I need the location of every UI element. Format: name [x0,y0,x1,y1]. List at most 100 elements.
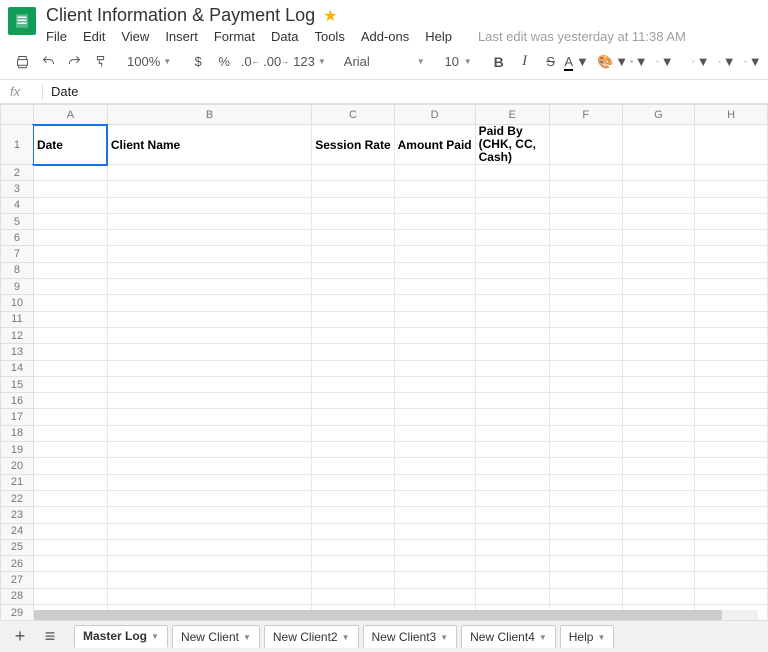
font-select[interactable]: ▼ [341,54,428,69]
cell-E5[interactable] [475,213,549,229]
horizontal-scrollbar[interactable] [34,610,758,620]
sheet-tab-new-client[interactable]: New Client▼ [172,625,260,648]
cell-F5[interactable] [549,213,622,229]
cell-H7[interactable] [695,246,768,262]
cell-D26[interactable] [394,556,475,572]
cell-A23[interactable] [33,507,107,523]
cell-A28[interactable] [33,588,107,604]
last-edit-text[interactable]: Last edit was yesterday at 11:38 AM [478,29,686,44]
cell-F9[interactable] [549,279,622,295]
cell-B11[interactable] [107,311,311,327]
menu-format[interactable]: Format [214,29,255,44]
cell-B4[interactable] [107,197,311,213]
cell-H28[interactable] [695,588,768,604]
cell-H26[interactable] [695,556,768,572]
row-header-12[interactable]: 12 [1,327,34,343]
cell-G4[interactable] [622,197,695,213]
row-header-30[interactable]: 30 [1,621,34,622]
cell-B26[interactable] [107,556,311,572]
row-header-8[interactable]: 8 [1,262,34,278]
cell-D17[interactable] [394,409,475,425]
paintformat-icon[interactable] [88,49,112,75]
wrap-button[interactable]: ▼ [741,49,765,75]
cell-B14[interactable] [107,360,311,376]
row-header-5[interactable]: 5 [1,213,34,229]
cell-H1[interactable] [695,125,768,165]
cell-B7[interactable] [107,246,311,262]
cell-A11[interactable] [33,311,107,327]
cell-D20[interactable] [394,458,475,474]
cell-H9[interactable] [695,279,768,295]
cell-E18[interactable] [475,425,549,441]
cell-E7[interactable] [475,246,549,262]
row-header-9[interactable]: 9 [1,279,34,295]
cell-H10[interactable] [695,295,768,311]
cell-A1[interactable]: Date [33,125,107,165]
cell-D14[interactable] [394,360,475,376]
row-header-22[interactable]: 22 [1,490,34,506]
cell-H16[interactable] [695,393,768,409]
cell-G18[interactable] [622,425,695,441]
number-format-select[interactable]: 123▼ [290,54,329,69]
cell-F13[interactable] [549,344,622,360]
cell-E3[interactable] [475,181,549,197]
cell-F19[interactable] [549,442,622,458]
cell-D18[interactable] [394,425,475,441]
fillcolor-button[interactable]: 🎨▼ [601,49,625,75]
cell-H25[interactable] [695,539,768,555]
cell-C3[interactable] [312,181,394,197]
column-header-E[interactable]: E [475,105,549,125]
cell-F20[interactable] [549,458,622,474]
cell-E16[interactable] [475,393,549,409]
cell-E21[interactable] [475,474,549,490]
row-header-11[interactable]: 11 [1,311,34,327]
chevron-down-icon[interactable]: ▼ [151,632,159,641]
cell-C10[interactable] [312,295,394,311]
cell-E22[interactable] [475,490,549,506]
cell-F25[interactable] [549,539,622,555]
cell-F11[interactable] [549,311,622,327]
cell-E15[interactable] [475,376,549,392]
valign-button[interactable]: ▼ [715,49,739,75]
cell-B8[interactable] [107,262,311,278]
sheet-tab-master-log[interactable]: Master Log▼ [74,625,168,648]
cell-H23[interactable] [695,507,768,523]
cell-A10[interactable] [33,295,107,311]
increase-decimal-button[interactable]: .00→ [264,49,288,75]
cell-B25[interactable] [107,539,311,555]
cell-A6[interactable] [33,230,107,246]
cell-F23[interactable] [549,507,622,523]
cell-H13[interactable] [695,344,768,360]
cell-G27[interactable] [622,572,695,588]
cell-B19[interactable] [107,442,311,458]
cell-E23[interactable] [475,507,549,523]
cell-H4[interactable] [695,197,768,213]
cell-C22[interactable] [312,490,394,506]
cell-G17[interactable] [622,409,695,425]
cell-G2[interactable] [622,165,695,181]
cell-A9[interactable] [33,279,107,295]
cell-F27[interactable] [549,572,622,588]
cell-F2[interactable] [549,165,622,181]
cell-H5[interactable] [695,213,768,229]
cell-C26[interactable] [312,556,394,572]
cell-E8[interactable] [475,262,549,278]
menu-help[interactable]: Help [425,29,452,44]
currency-button[interactable]: $ [186,49,210,75]
row-header-20[interactable]: 20 [1,458,34,474]
cell-A17[interactable] [33,409,107,425]
sheet-tab-new-client2[interactable]: New Client2▼ [264,625,359,648]
cell-D24[interactable] [394,523,475,539]
cell-G22[interactable] [622,490,695,506]
cell-C1[interactable]: Session Rate [312,125,394,165]
cell-C14[interactable] [312,360,394,376]
cell-A15[interactable] [33,376,107,392]
cell-D3[interactable] [394,181,475,197]
column-header-C[interactable]: C [312,105,394,125]
cell-D1[interactable]: Amount Paid [394,125,475,165]
cell-G19[interactable] [622,442,695,458]
cell-G9[interactable] [622,279,695,295]
cell-A7[interactable] [33,246,107,262]
cell-F4[interactable] [549,197,622,213]
cell-A12[interactable] [33,327,107,343]
